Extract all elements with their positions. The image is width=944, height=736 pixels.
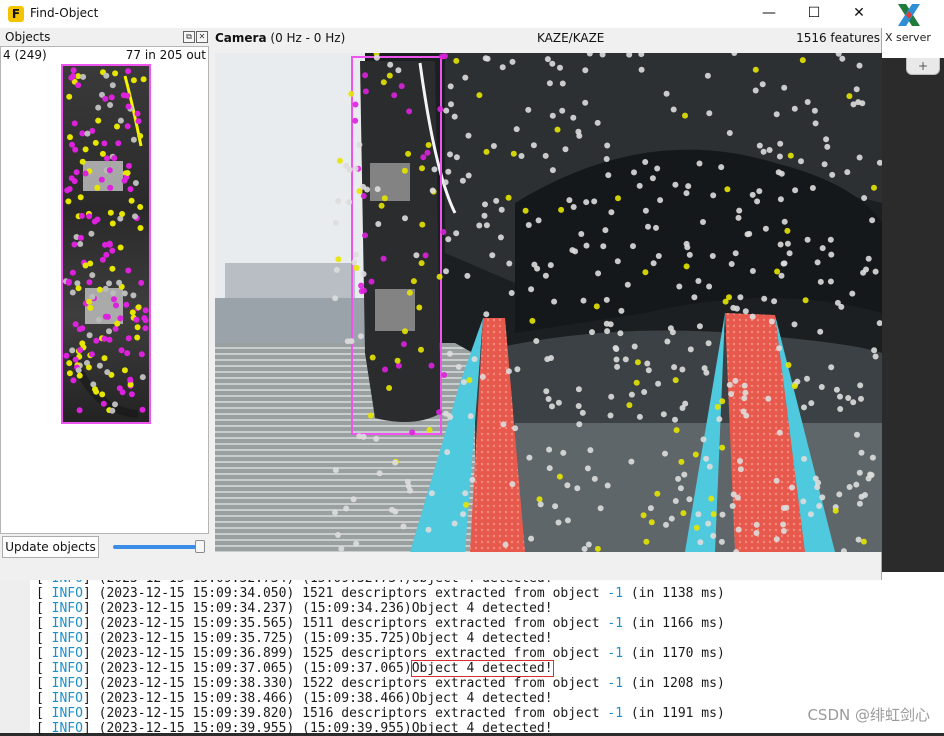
camera-scene [215, 53, 882, 552]
camera-header: Camera (0 Hz - 0 Hz) KAZE/KAZE 1516 feat… [215, 31, 882, 49]
terminal-line: [ INFO] (2023-12-15 15:09:38.330) 1522 d… [36, 676, 725, 691]
xserver-logo-icon [898, 4, 920, 26]
maximize-button[interactable]: ☐ [791, 0, 837, 28]
terminal-gutter [0, 572, 30, 733]
object-index: -1 [607, 586, 624, 601]
watermark: CSDN @绯虹剑心 [807, 706, 930, 724]
log-message: Object 4 detected! [411, 631, 553, 646]
log-level-tag: INFO [51, 721, 83, 736]
objects-dock: Objects ⧉ ✕ 4 (249) 77 in 205 out Update… [0, 28, 209, 580]
terminal-line: [ INFO] (2023-12-15 15:09:36.899) 1525 d… [36, 646, 725, 661]
threshold-slider-handle[interactable] [195, 540, 205, 553]
log-level-tag: INFO [51, 601, 83, 616]
camera-algorithm: KAZE/KAZE [537, 31, 605, 45]
threshold-slider-track[interactable] [113, 545, 205, 549]
object-index: -1 [607, 706, 624, 721]
close-button[interactable]: ✕ [836, 0, 882, 28]
camera-feature-count: 1516 features [796, 31, 880, 45]
objects-dock-header: Objects ⧉ ✕ [0, 28, 209, 46]
camera-title: Camera [215, 31, 267, 45]
camera-rate: (0 Hz - 0 Hz) [270, 31, 346, 45]
terminal-output: [ INFO] (2023-12-15 15:09:32.734) (15:09… [0, 571, 944, 736]
xserver-label: X server [885, 31, 931, 44]
objects-list[interactable]: 4 (249) 77 in 205 out [0, 46, 209, 534]
new-tab-button[interactable]: + [906, 58, 940, 75]
xserver-header: X server [882, 0, 944, 58]
object-keypoints [63, 67, 149, 418]
app-icon: F [8, 6, 24, 22]
log-message: Object 4 detected! [410, 660, 554, 677]
minimize-button[interactable]: — [746, 0, 792, 28]
log-level-tag: INFO [51, 706, 83, 721]
find-object-window: F Find-Object — ☐ ✕ Objects ⧉ ✕ 4 (249) … [0, 0, 882, 580]
object-thumbnail[interactable] [61, 64, 151, 424]
log-level-tag: INFO [51, 631, 83, 646]
dock-float-icon[interactable]: ⧉ [183, 31, 195, 43]
object-index: -1 [607, 646, 624, 661]
camera-label: Camera (0 Hz - 0 Hz) [215, 31, 345, 45]
log-level-tag: INFO [51, 586, 83, 601]
terminal-line: [ INFO] (2023-12-15 15:09:35.565) 1511 d… [36, 616, 725, 631]
object-index: -1 [607, 616, 624, 631]
log-level-tag: INFO [51, 646, 83, 661]
log-message: Object 4 detected! [411, 601, 553, 616]
title-bar[interactable]: F Find-Object — ☐ ✕ [0, 0, 882, 28]
log-message: Object 4 detected! [411, 691, 553, 706]
terminal-line: [ INFO] (2023-12-15 15:09:34.237) (15:09… [36, 601, 553, 616]
log-level-tag: INFO [51, 691, 83, 706]
object-inlier-stats: 77 in 205 out [125, 48, 206, 62]
log-level-tag: INFO [51, 676, 83, 691]
log-message: Object 4 detected! [411, 721, 553, 736]
update-objects-button[interactable]: Update objects [2, 536, 99, 558]
objects-dock-title: Objects [5, 30, 51, 44]
terminal-line: [ INFO] (2023-12-15 15:09:34.050) 1521 d… [36, 586, 725, 601]
window-title: Find-Object [30, 6, 99, 20]
log-level-tag: INFO [51, 661, 83, 676]
log-level-tag: INFO [51, 616, 83, 631]
xserver-panel: X server + [882, 0, 944, 572]
object-id: 4 (249) [3, 48, 47, 62]
terminal-line: [ INFO] (2023-12-15 15:09:35.725) (15:09… [36, 631, 553, 646]
terminal-line: [ INFO] (2023-12-15 15:09:37.065) (15:09… [36, 660, 554, 677]
dock-close-icon[interactable]: ✕ [196, 31, 208, 43]
camera-view[interactable] [215, 53, 882, 552]
object-index: -1 [607, 676, 624, 691]
